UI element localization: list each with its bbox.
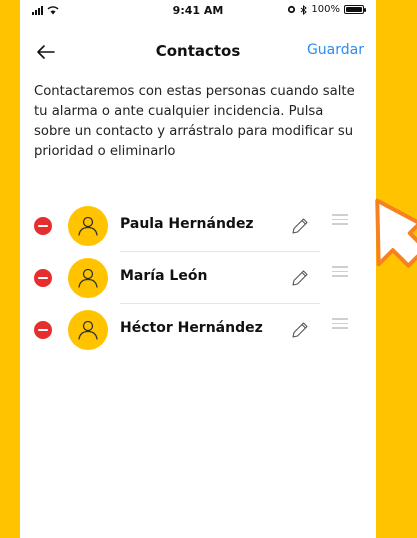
status-bar: 9:41 AM 100% [20,0,376,22]
edit-pencil-icon[interactable] [290,320,310,340]
alarm-icon [288,5,296,14]
annotation-arrow-icon [375,198,417,268]
contact-row[interactable]: Paula Hernández [20,200,376,252]
battery-icon [344,5,366,14]
delete-contact-icon[interactable] [34,269,52,287]
contact-list: Paula Hernández María León Héctor Hernán… [20,200,376,356]
phone-screen: 9:41 AM 100% Contactos Guardar Contactar… [20,0,376,538]
avatar [68,206,108,246]
drag-handle-icon[interactable] [332,266,348,277]
status-right: 100% [287,4,366,15]
avatar [68,310,108,350]
contact-name: Paula Hernández [120,216,254,232]
battery-percentage: 100% [311,4,340,15]
user-icon [78,320,98,340]
nav-bar: Contactos Guardar [20,38,376,68]
description-text: Contactaremos con estas personas cuando … [34,84,355,159]
contact-row[interactable]: Héctor Hernández [20,304,376,356]
edit-pencil-icon[interactable] [290,216,310,236]
contact-row[interactable]: María León [20,252,376,304]
edit-pencil-icon[interactable] [290,268,310,288]
contact-name: Héctor Hernández [120,320,263,336]
avatar [68,258,108,298]
delete-contact-icon[interactable] [34,217,52,235]
user-icon [78,268,98,288]
drag-handle-icon[interactable] [332,214,348,225]
user-icon [78,216,98,236]
delete-contact-icon[interactable] [34,321,52,339]
save-button[interactable]: Guardar [307,42,364,58]
drag-handle-icon[interactable] [332,318,348,329]
contact-name: María León [120,268,208,284]
bluetooth-icon [301,4,308,15]
